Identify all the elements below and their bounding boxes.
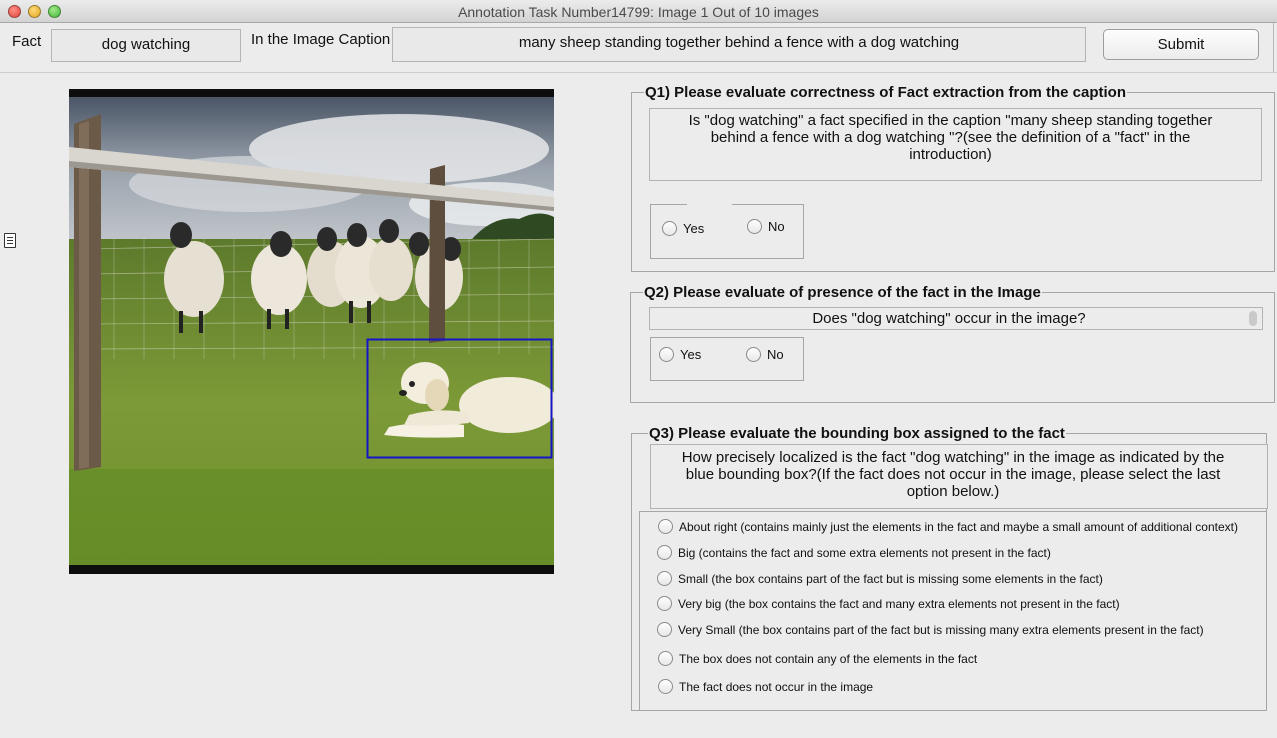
radio-circle[interactable]	[658, 679, 673, 694]
q3-option-label: Big (contains the fact and some extra el…	[678, 545, 1051, 560]
q1-question-line-2: behind a fence with a dog watching "?(se…	[710, 129, 1191, 146]
radio-circle[interactable]	[658, 519, 673, 534]
q2-option-no[interactable]: No	[746, 347, 784, 362]
toprow-edge	[1273, 23, 1274, 73]
radio-circle[interactable]	[746, 347, 761, 362]
q3-question-line-3: option below.)	[906, 483, 1000, 500]
radio-circle[interactable]	[657, 596, 672, 611]
top-divider	[0, 72, 1277, 73]
q3-question-line-1: How precisely localized is the fact "dog…	[681, 449, 1225, 466]
fact-label: Fact	[12, 33, 42, 50]
q3-question-line-2: blue bounding box?(If the fact does not …	[685, 466, 1221, 483]
radio-circle[interactable]	[662, 221, 677, 236]
q3-option-label: The box does not contain any of the elem…	[679, 651, 978, 666]
radio-circle[interactable]	[658, 651, 673, 666]
q3-question: How precisely localized is the fact "dog…	[650, 444, 1268, 509]
q1-option-no[interactable]: No	[747, 219, 785, 234]
q3-option-not-in-image[interactable]: The fact does not occur in the image	[658, 679, 873, 694]
q1-question-line-1: Is "dog watching" a fact specified in th…	[688, 112, 1213, 129]
q3-title: Q3) Please evaluate the bounding box ass…	[648, 425, 1066, 442]
q2-option-yes[interactable]: Yes	[659, 347, 701, 362]
q3-scrollbar[interactable]	[1257, 447, 1265, 506]
q1-title: Q1) Please evaluate correctness of Fact …	[644, 84, 1127, 101]
q2-title: Q2) Please evaluate of presence of the f…	[643, 284, 1042, 301]
q3-option-small[interactable]: Small (the box contains part of the fact…	[657, 571, 1103, 586]
radio-circle[interactable]	[657, 622, 672, 637]
radio-circle[interactable]	[747, 219, 762, 234]
q1-scrollbar[interactable]	[1251, 111, 1259, 178]
q3-option-label: Small (the box contains part of the fact…	[678, 571, 1103, 586]
radio-circle[interactable]	[659, 347, 674, 362]
q3-option-label: Very Small (the box contains part of the…	[678, 622, 1204, 637]
submit-button[interactable]: Submit	[1103, 29, 1259, 60]
q3-option-label: Very big (the box contains the fact and …	[678, 596, 1120, 611]
q2-question-text: Does "dog watching" occur in the image?	[812, 310, 1086, 327]
q3-option-label: The fact does not occur in the image	[679, 679, 874, 694]
q3-option-about-right[interactable]: About right (contains mainly just the el…	[658, 519, 1238, 534]
q1-option-yes-label: Yes	[683, 221, 705, 236]
q2-question: Does "dog watching" occur in the image?	[649, 307, 1263, 330]
window-titlebar: Annotation Task Number14799: Image 1 Out…	[0, 0, 1277, 23]
q1-option-yes[interactable]: Yes	[662, 221, 704, 236]
caption-label: In the Image Caption	[251, 31, 391, 48]
fact-field: dog watching	[51, 29, 241, 62]
q1-option-no-label: No	[768, 219, 785, 234]
q2-option-yes-label: Yes	[680, 347, 702, 362]
annotation-image	[69, 89, 554, 574]
q1-group-gap	[687, 200, 732, 208]
radio-circle[interactable]	[657, 545, 672, 560]
q3-option-label: About right (contains mainly just the el…	[679, 519, 1238, 534]
q1-question: Is "dog watching" a fact specified in th…	[649, 108, 1262, 181]
window-title: Annotation Task Number14799: Image 1 Out…	[458, 4, 819, 20]
q3-option-big[interactable]: Big (contains the fact and some extra el…	[657, 545, 1051, 560]
document-icon[interactable]	[4, 233, 16, 248]
radio-circle[interactable]	[657, 571, 672, 586]
q1-question-line-3: introduction)	[909, 146, 992, 163]
caption-field: many sheep standing together behind a fe…	[392, 27, 1086, 62]
photo-illustration	[69, 89, 554, 574]
q2-scrollbar[interactable]	[1249, 311, 1257, 326]
q3-option-very-small[interactable]: Very Small (the box contains part of the…	[657, 622, 1204, 637]
q3-option-no-elements[interactable]: The box does not contain any of the elem…	[658, 651, 977, 666]
q2-option-no-label: No	[767, 347, 784, 362]
q3-option-very-big[interactable]: Very big (the box contains the fact and …	[657, 596, 1120, 611]
